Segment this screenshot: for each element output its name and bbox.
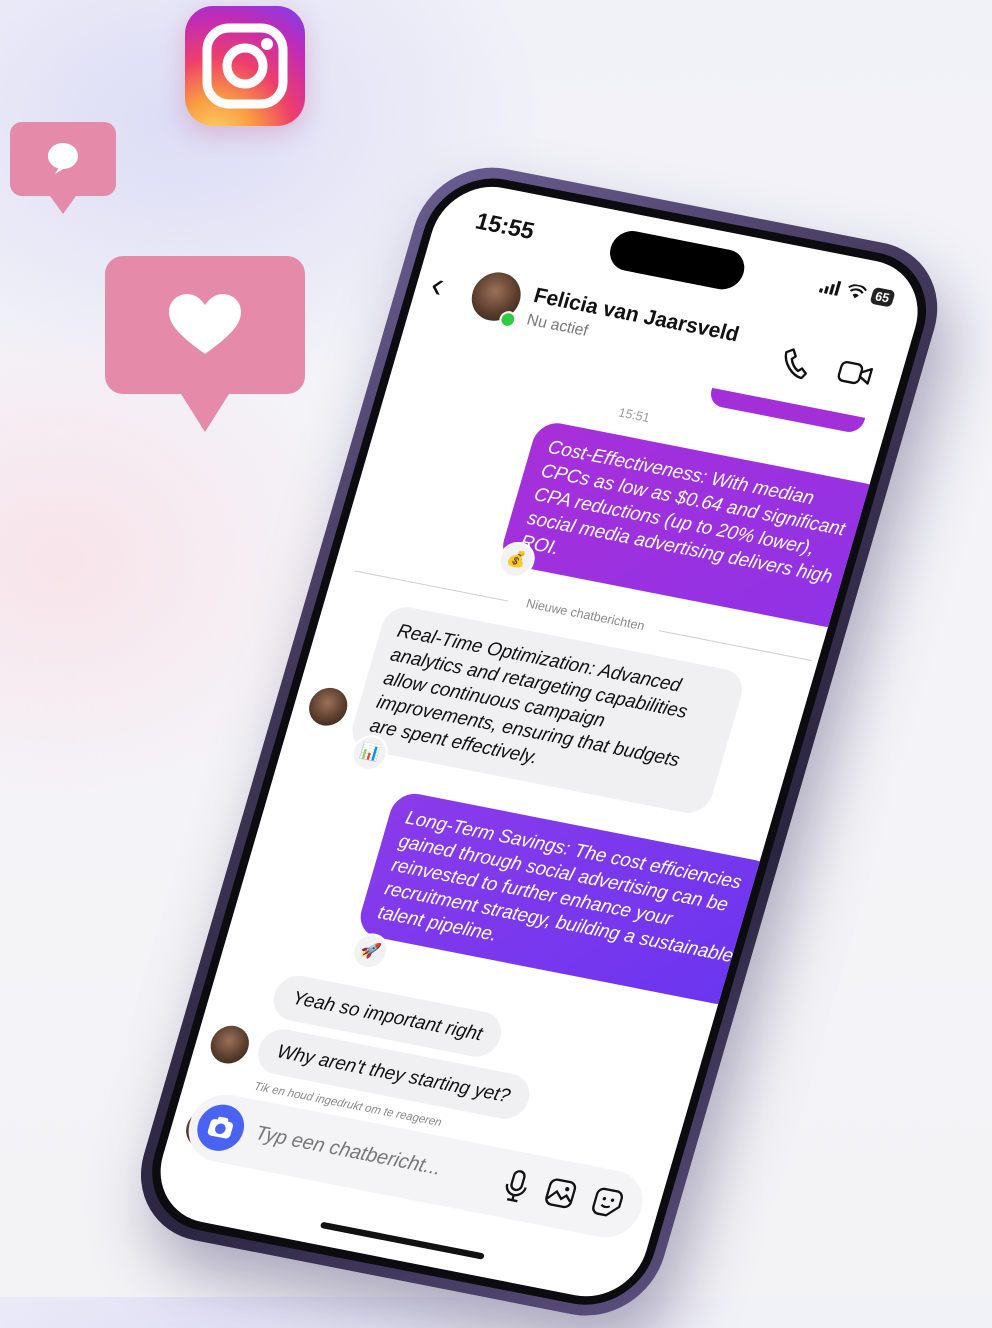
composer-actions	[499, 1167, 627, 1223]
back-chevron-icon[interactable]: ‹	[426, 264, 449, 306]
contact-avatar[interactable]	[465, 268, 527, 325]
phone-device: 15:55 65 ‹ Felicia van Jaarsveld Nu acti…	[123, 155, 956, 1328]
microphone-icon[interactable]	[499, 1167, 533, 1205]
new-messages-divider: Nieuwe chatberichten	[524, 595, 647, 634]
phone-mockup: 15:55 65 ‹ Felicia van Jaarsveld Nu acti…	[95, 95, 992, 1328]
contact-avatar-small[interactable]	[304, 684, 352, 729]
phone-call-icon[interactable]	[779, 346, 814, 380]
contact-name[interactable]: Felicia van Jaarsveld	[531, 284, 742, 348]
camera-button[interactable]	[191, 1100, 250, 1155]
divider-line-left	[354, 570, 508, 602]
gallery-icon[interactable]	[541, 1175, 581, 1212]
status-time: 15:55	[472, 207, 538, 245]
divider-line-right	[658, 630, 812, 662]
dynamic-island	[605, 227, 750, 293]
contact-avatar-small[interactable]	[206, 1022, 254, 1067]
sticker-icon[interactable]	[588, 1184, 628, 1221]
wifi-icon	[847, 284, 867, 299]
battery-indicator: 65	[869, 286, 896, 308]
signal-icon	[818, 280, 841, 296]
camera-icon	[207, 1116, 233, 1139]
status-indicators: 65	[818, 277, 896, 308]
message-input[interactable]: Typ een chatbericht...	[252, 1122, 444, 1181]
outgoing-message[interactable]: Long-Term Savings: The cost efficiencies…	[355, 789, 779, 1008]
video-call-icon[interactable]	[834, 357, 876, 391]
